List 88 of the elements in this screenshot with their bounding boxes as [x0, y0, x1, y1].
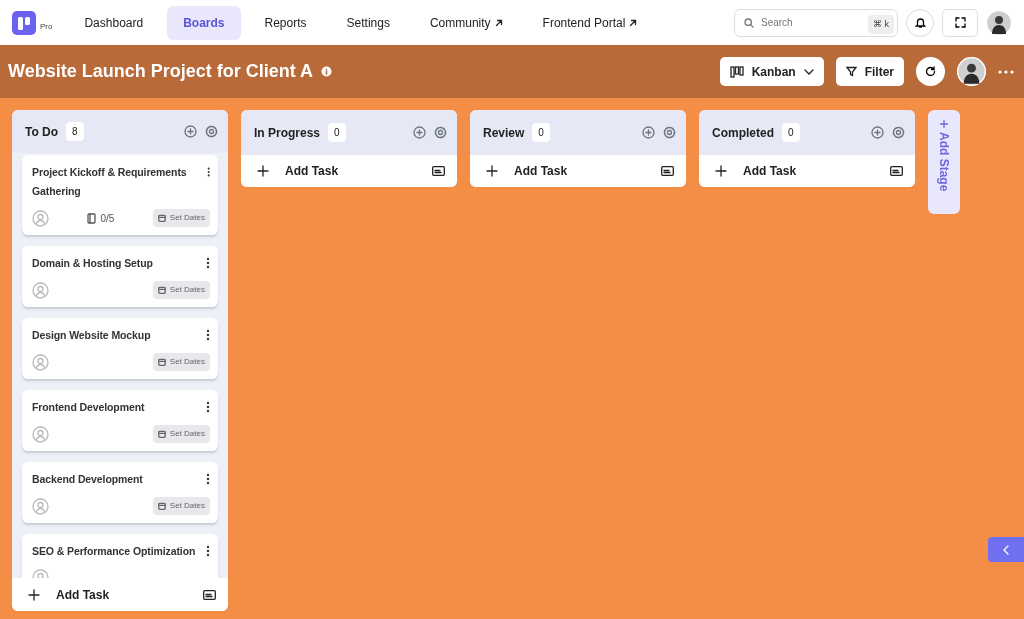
more-icon[interactable] — [998, 69, 1014, 74]
task-title: SEO & Performance Optimization — [32, 544, 197, 559]
task-count: 0 — [782, 123, 800, 142]
kebab-menu-icon[interactable] — [206, 257, 210, 269]
board-title: Website Launch Project for Client A — [8, 60, 314, 83]
set-dates-button[interactable]: Set Dates — [152, 281, 210, 299]
fullscreen-button[interactable] — [942, 8, 978, 37]
nav-tab[interactable]: Frontend Portal — [526, 5, 654, 40]
calendar-icon — [157, 502, 166, 510]
view-dropdown[interactable]: Kanban — [719, 57, 824, 86]
add-task-button[interactable]: Add Task — [241, 155, 457, 187]
task-title: Backend Development — [32, 472, 144, 487]
nav-tab[interactable]: Reports — [248, 5, 323, 40]
plan-label: Pro — [40, 20, 53, 33]
refresh-icon — [925, 66, 936, 77]
plus-icon — [486, 165, 498, 177]
set-dates-button[interactable]: Set Dates — [152, 209, 210, 227]
nav-tab[interactable]: Settings — [330, 5, 406, 40]
avatar-icon[interactable] — [957, 57, 986, 86]
set-dates-button[interactable]: Set Dates — [152, 353, 210, 371]
add-circle-icon[interactable] — [871, 126, 884, 139]
info-icon — [321, 66, 333, 77]
kebab-menu-icon[interactable] — [206, 329, 210, 341]
task-count: 0 — [532, 123, 550, 142]
task-card[interactable]: Frontend Development Set Dates — [22, 390, 218, 451]
add-task-button[interactable]: Add Task — [12, 578, 228, 611]
stage-name: Completed — [712, 124, 774, 142]
add-stage-button[interactable]: Add Stage — [928, 110, 960, 214]
filter-button[interactable]: Filter — [835, 57, 904, 86]
kebab-menu-icon[interactable] — [206, 401, 210, 413]
chevron-left-icon — [1003, 544, 1009, 555]
search-icon — [744, 17, 754, 28]
caret-icon — [803, 68, 814, 75]
task-title: Domain & Hosting Setup — [32, 256, 154, 271]
set-dates-button[interactable]: Set Dates — [152, 497, 210, 515]
task-title: Design Website Mockup — [32, 328, 152, 343]
calendar-icon — [157, 286, 166, 294]
external-link-icon — [494, 18, 503, 27]
task-count: 8 — [66, 122, 84, 141]
stage-name: In Progress — [254, 124, 321, 142]
plus-icon — [940, 120, 948, 128]
add-circle-icon[interactable] — [184, 125, 197, 138]
bell-icon — [914, 17, 926, 28]
add-task-button[interactable]: Add Task — [699, 155, 915, 187]
nav-tab[interactable]: Dashboard — [68, 5, 160, 40]
add-task-button[interactable]: Add Task — [470, 155, 686, 187]
nav-tab[interactable]: Community — [413, 5, 519, 40]
avatar-icon[interactable] — [986, 9, 1012, 36]
plus-icon — [257, 165, 269, 177]
task-card[interactable]: SEO & Performance Optimization — [22, 534, 218, 578]
refresh-button[interactable] — [916, 57, 945, 86]
settings-icon[interactable] — [205, 125, 218, 138]
columns-icon — [729, 65, 744, 78]
nav-tab[interactable]: Boards — [167, 5, 241, 40]
calendar-icon — [157, 358, 166, 366]
task-card[interactable]: Domain & Hosting Setup Set Dates — [22, 246, 218, 307]
kebab-menu-icon[interactable] — [206, 166, 210, 178]
settings-icon[interactable] — [663, 126, 676, 139]
card-icon[interactable] — [432, 166, 445, 176]
settings-icon[interactable] — [434, 126, 447, 139]
card-icon[interactable] — [890, 166, 903, 176]
logo-icon — [12, 10, 36, 35]
task-card[interactable]: Backend Development Set Dates — [22, 462, 218, 523]
task-title: Frontend Development — [32, 400, 146, 415]
kebab-menu-icon[interactable] — [206, 545, 210, 557]
notifications-button[interactable] — [906, 8, 934, 37]
checklist-icon — [87, 212, 97, 224]
add-circle-icon[interactable] — [413, 126, 426, 139]
task-title: Project Kickoff & Requirements Gathering — [32, 165, 188, 199]
calendar-icon — [157, 214, 166, 222]
plus-icon — [715, 165, 727, 177]
task-count: 0 — [328, 123, 346, 142]
stage-name: Review — [483, 124, 525, 142]
card-icon[interactable] — [203, 589, 216, 600]
filter-icon — [845, 66, 857, 77]
plus-icon — [28, 588, 40, 601]
kebab-menu-icon[interactable] — [206, 473, 210, 485]
stage-name: To Do — [25, 123, 59, 141]
set-dates-button[interactable]: Set Dates — [152, 425, 210, 443]
settings-icon[interactable] — [892, 126, 905, 139]
external-link-icon — [629, 18, 638, 27]
calendar-icon — [157, 430, 166, 438]
task-card[interactable]: Project Kickoff & Requirements Gathering 0/5 Set Dates — [22, 155, 218, 235]
card-icon[interactable] — [661, 166, 674, 176]
subtask-count: 0/5 — [100, 211, 115, 226]
expand-icon — [954, 17, 966, 28]
task-card[interactable]: Design Website Mockup Set Dates — [22, 318, 218, 379]
add-circle-icon[interactable] — [642, 126, 655, 139]
